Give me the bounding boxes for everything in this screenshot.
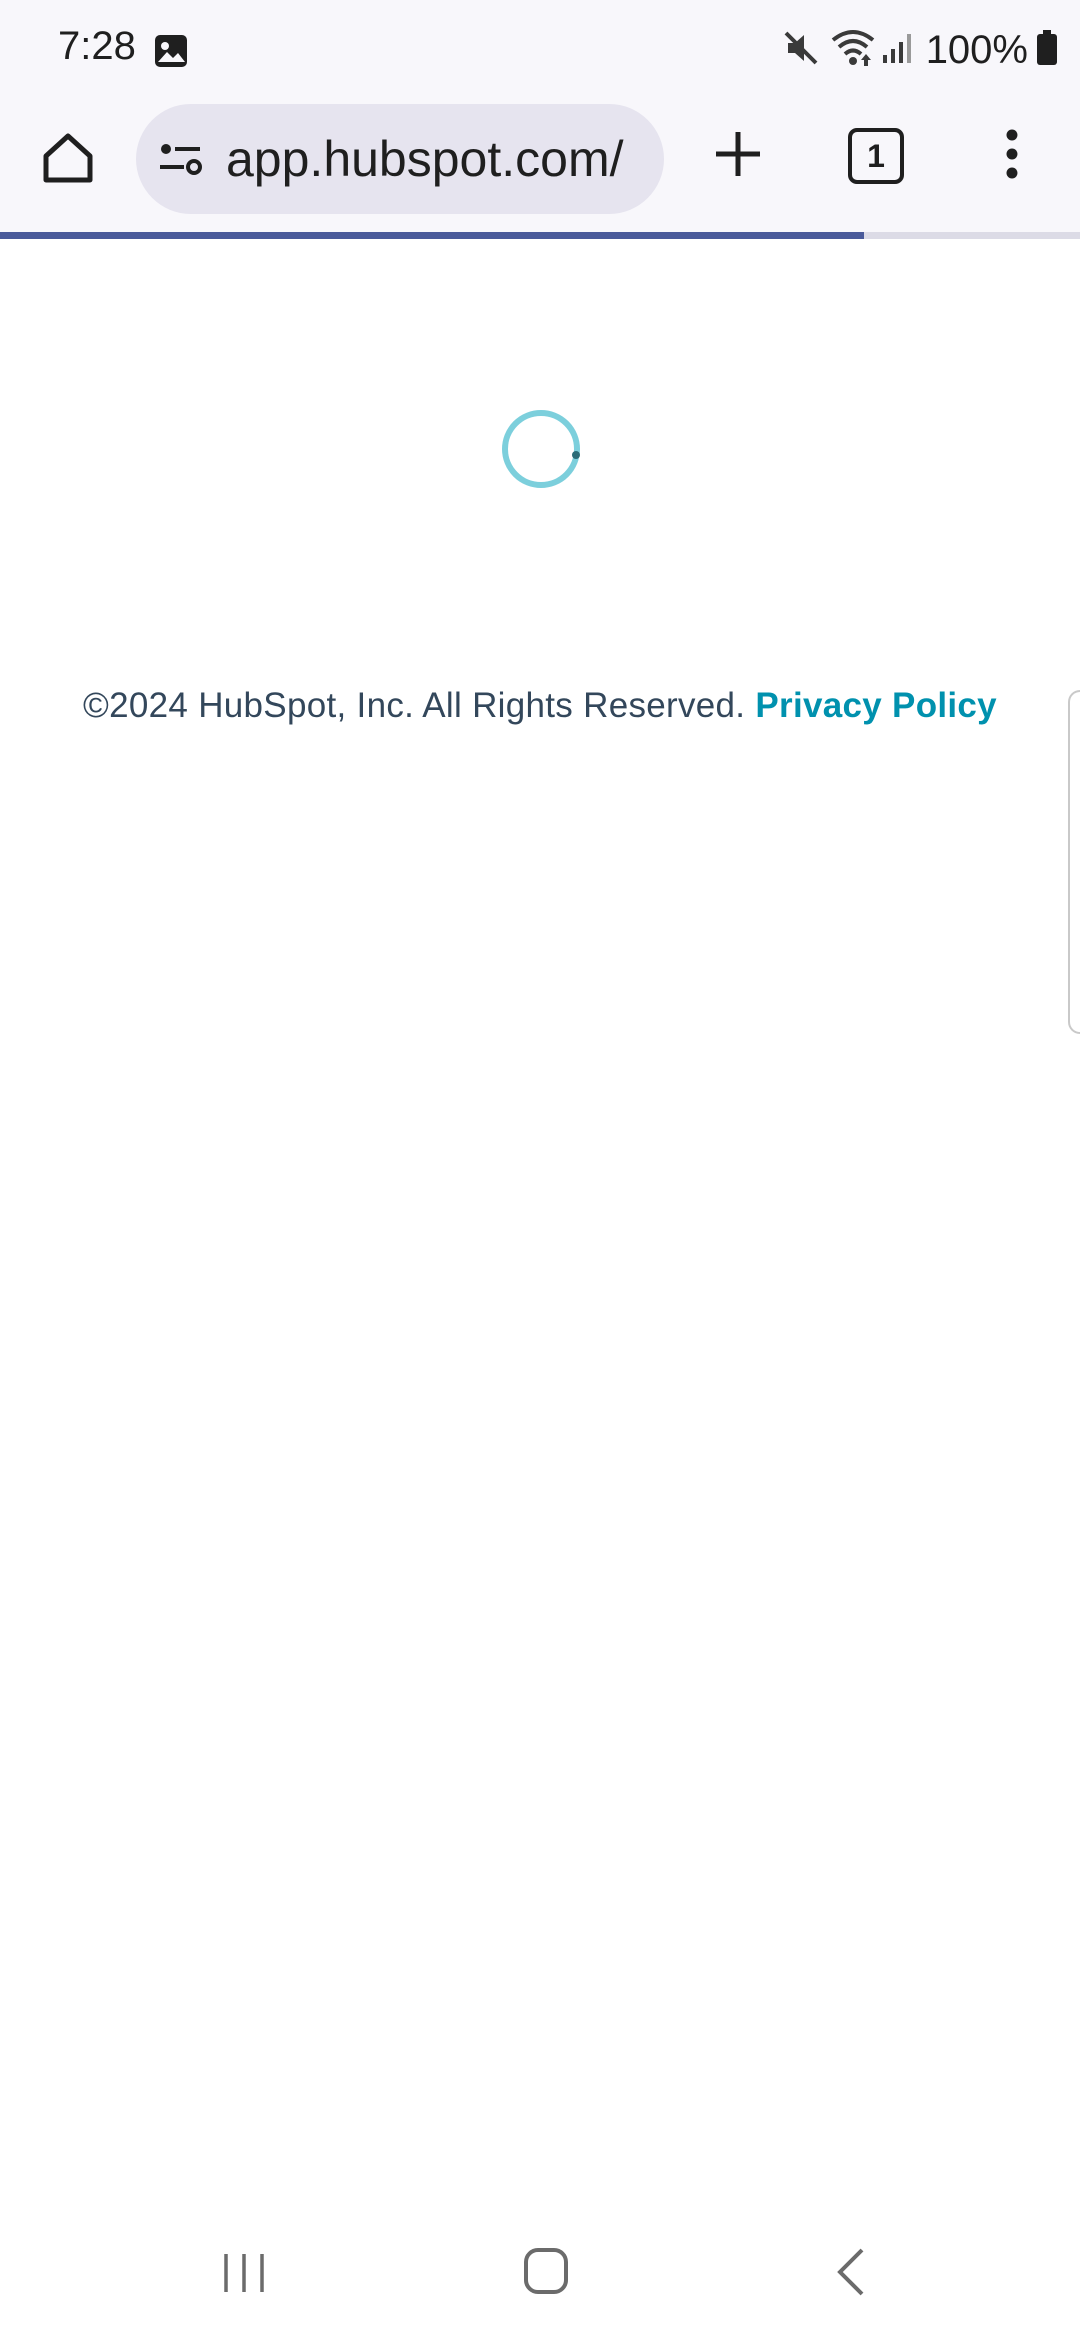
tab-count: 1 <box>848 128 904 184</box>
back-icon <box>837 2248 864 2296</box>
image-notification-icon <box>154 34 188 73</box>
status-icons: 100% <box>782 24 1058 76</box>
new-tab-button[interactable] <box>706 122 770 186</box>
home-icon <box>524 2248 568 2294</box>
copyright-text: ©2024 HubSpot, Inc. All Rights Reserved. <box>83 686 746 725</box>
page-load-progress <box>0 232 1080 239</box>
privacy-policy-link[interactable]: Privacy Policy <box>755 686 997 725</box>
battery-icon <box>1036 29 1058 71</box>
home-button[interactable] <box>36 126 100 190</box>
battery-percent: 100% <box>925 27 1028 72</box>
nav-home-button[interactable] <box>522 2246 570 2301</box>
plus-icon <box>716 132 760 176</box>
loading-spinner <box>500 408 582 490</box>
signal-icon <box>882 31 914 70</box>
status-time: 7:28 <box>58 24 136 68</box>
edge-panel-handle[interactable] <box>1068 690 1080 1034</box>
system-navigation-bar <box>0 2220 1080 2340</box>
page-footer: ©2024 HubSpot, Inc. All Rights Reserved.… <box>0 686 1080 726</box>
recents-button[interactable] <box>220 2248 268 2301</box>
more-menu-button[interactable] <box>996 122 1028 186</box>
address-bar[interactable]: app.hubspot.com/ <box>136 104 664 214</box>
back-button[interactable] <box>832 2246 870 2303</box>
more-vert-icon <box>1006 129 1018 179</box>
recents-icon <box>224 2254 264 2292</box>
status-bar: 7:28 100% <box>0 0 1080 100</box>
browser-toolbar: app.hubspot.com/ 1 <box>0 100 1080 232</box>
url-text[interactable]: app.hubspot.com/ <box>226 130 656 188</box>
home-icon <box>43 133 93 183</box>
site-settings-icon[interactable] <box>158 136 204 187</box>
mute-icon <box>782 29 820 72</box>
page-load-progress-fill <box>0 232 864 239</box>
wifi-icon <box>830 28 876 73</box>
tab-switcher-button[interactable]: 1 <box>848 128 906 186</box>
